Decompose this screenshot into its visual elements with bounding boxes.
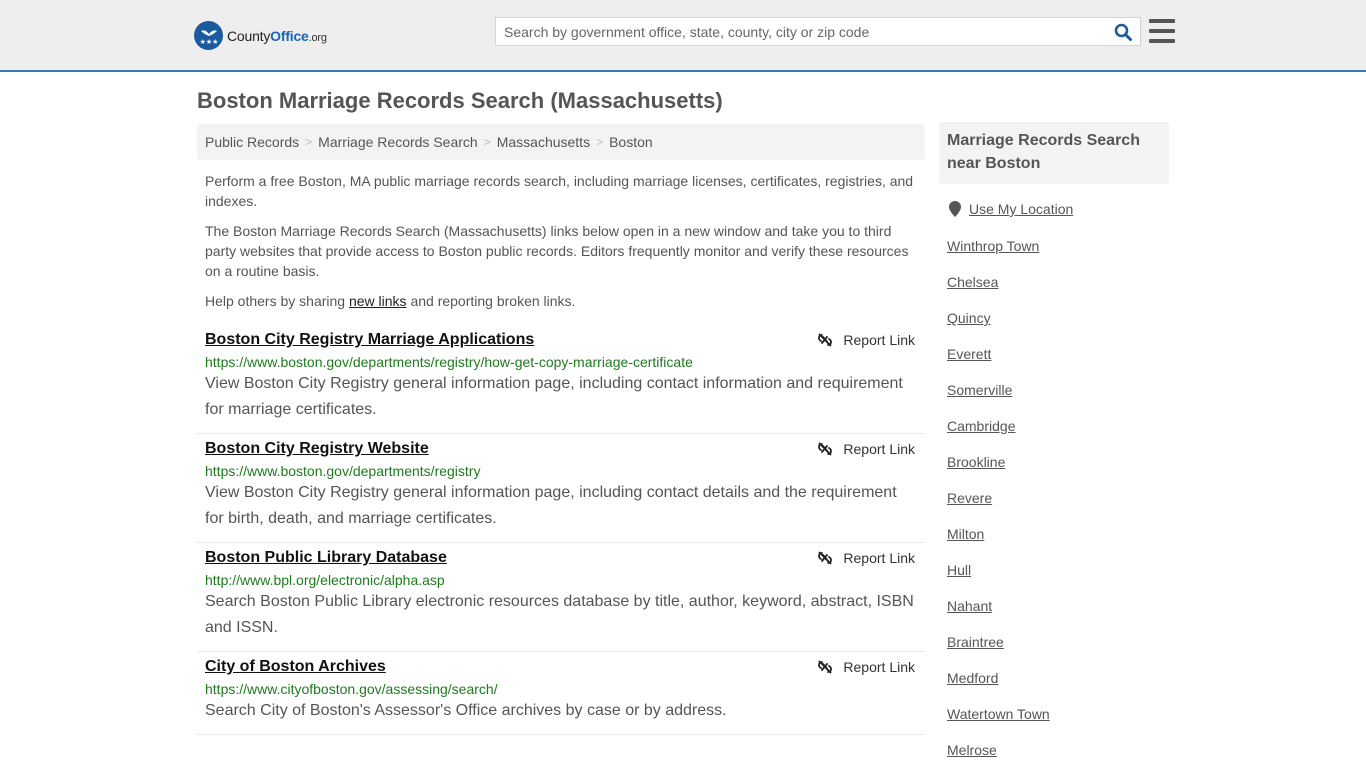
nearby-city-link[interactable]: Chelsea <box>947 274 998 290</box>
result-url: https://www.boston.gov/departments/regis… <box>205 463 481 479</box>
breadcrumb-boston[interactable]: Boston <box>609 134 653 150</box>
new-links-link[interactable]: new links <box>349 293 407 309</box>
nearby-city-item: Everett <box>947 345 1050 381</box>
nearby-city-link[interactable]: Nahant <box>947 598 992 614</box>
nearby-city-item: Braintree <box>947 633 1050 669</box>
result-item: Boston City Registry Website Report Link… <box>197 434 925 543</box>
broken-link-icon <box>818 442 833 456</box>
broken-link-icon <box>818 333 833 347</box>
report-link-button[interactable]: Report Link <box>817 441 915 457</box>
intro-paragraph: Perform a free Boston, MA public marriag… <box>205 173 914 209</box>
breadcrumb: Public Records > Marriage Records Search… <box>197 124 925 160</box>
result-item: City of Boston Archives Report Link http… <box>197 652 925 735</box>
result-item: Boston Public Library Database Report Li… <box>197 543 925 652</box>
result-title-link[interactable]: Boston City Registry Website <box>205 439 429 459</box>
breadcrumb-marriage-records-search[interactable]: Marriage Records Search <box>318 134 478 150</box>
nearby-city-link[interactable]: Quincy <box>947 310 991 326</box>
logo-wordmark: CountyOffice.org <box>227 27 327 44</box>
menu-bar <box>1149 19 1175 23</box>
breadcrumb-public-records[interactable]: Public Records <box>205 134 299 150</box>
nearby-city-link[interactable]: Somerville <box>947 382 1012 398</box>
share-links-paragraph: Help others by sharing new links and rep… <box>205 293 576 309</box>
nearby-city-item: Watertown Town <box>947 705 1050 741</box>
nearby-cities-list: Winthrop Town Chelsea Quincy Everett Som… <box>947 237 1050 777</box>
nearby-city-link[interactable]: Milton <box>947 526 984 542</box>
page-title: Boston Marriage Records Search (Massachu… <box>197 88 723 113</box>
result-title-link[interactable]: City of Boston Archives <box>205 657 386 677</box>
nearby-city-item: Nahant <box>947 597 1050 633</box>
hamburger-menu-icon[interactable] <box>1149 19 1175 43</box>
nearby-city-item: Melrose <box>947 741 1050 777</box>
intro-paragraph: The Boston Marriage Records Search (Mass… <box>205 223 909 279</box>
result-url: https://www.boston.gov/departments/regis… <box>205 354 693 370</box>
nearby-city-item: Winthrop Town <box>947 237 1050 273</box>
nearby-city-item: Brookline <box>947 453 1050 489</box>
nearby-city-item: Cambridge <box>947 417 1050 453</box>
result-item: Boston City Registry Marriage Applicatio… <box>197 325 925 434</box>
result-description: Search Boston Public Library electronic … <box>205 593 914 636</box>
use-my-location: Use My Location <box>949 201 1073 217</box>
intro-text: Perform a free Boston, MA public marriag… <box>205 171 920 321</box>
nearby-city-link[interactable]: Watertown Town <box>947 706 1050 722</box>
broken-link-icon <box>818 660 833 674</box>
breadcrumb-separator: > <box>483 135 491 149</box>
broken-link-icon <box>818 551 833 565</box>
menu-bar <box>1149 39 1175 43</box>
nearby-city-item: Somerville <box>947 381 1050 417</box>
result-description: Search City of Boston's Assessor's Offic… <box>205 702 727 719</box>
nearby-city-link[interactable]: Winthrop Town <box>947 238 1039 254</box>
report-link-button[interactable]: Report Link <box>817 659 915 675</box>
nearby-city-item: Quincy <box>947 309 1050 345</box>
map-pin-icon <box>949 201 961 217</box>
svg-text:★★★: ★★★ <box>199 38 218 46</box>
nearby-city-item: Revere <box>947 489 1050 525</box>
nearby-city-link[interactable]: Melrose <box>947 742 997 758</box>
site-logo[interactable]: ★★★ CountyOffice.org <box>194 21 327 50</box>
report-link-button[interactable]: Report Link <box>817 550 915 566</box>
result-title-link[interactable]: Boston City Registry Marriage Applicatio… <box>205 330 534 350</box>
nearby-city-link[interactable]: Braintree <box>947 634 1004 650</box>
result-title-link[interactable]: Boston Public Library Database <box>205 548 447 568</box>
search-input[interactable] <box>496 18 1106 45</box>
search-button[interactable] <box>1106 18 1140 45</box>
nearby-city-item: Milton <box>947 525 1050 561</box>
nearby-city-link[interactable]: Everett <box>947 346 991 362</box>
result-description: View Boston City Registry general inform… <box>205 484 897 527</box>
nearby-city-link[interactable]: Medford <box>947 670 998 686</box>
results-list: Boston City Registry Marriage Applicatio… <box>197 325 925 735</box>
menu-bar <box>1149 29 1175 33</box>
search-bar <box>495 17 1141 46</box>
nearby-city-item: Chelsea <box>947 273 1050 309</box>
breadcrumb-separator: > <box>305 135 313 149</box>
breadcrumb-massachusetts[interactable]: Massachusetts <box>497 134 590 150</box>
result-url: https://www.cityofboston.gov/assessing/s… <box>205 681 498 697</box>
nearby-city-link[interactable]: Revere <box>947 490 992 506</box>
nearby-city-link[interactable]: Brookline <box>947 454 1005 470</box>
search-icon <box>1114 23 1132 41</box>
breadcrumb-separator: > <box>596 135 604 149</box>
nearby-city-link[interactable]: Hull <box>947 562 971 578</box>
nearby-city-item: Hull <box>947 561 1050 597</box>
result-url: http://www.bpl.org/electronic/alpha.asp <box>205 572 445 588</box>
result-description: View Boston City Registry general inform… <box>205 375 903 418</box>
nearby-city-item: Medford <box>947 669 1050 705</box>
nearby-city-link[interactable]: Cambridge <box>947 418 1015 434</box>
site-header: ★★★ CountyOffice.org <box>0 0 1366 72</box>
eagle-stars-logo-icon: ★★★ <box>194 21 223 50</box>
sidebar-heading: Marriage Records Search near Boston <box>939 122 1169 184</box>
use-my-location-link[interactable]: Use My Location <box>969 201 1073 217</box>
report-link-button[interactable]: Report Link <box>817 332 915 348</box>
